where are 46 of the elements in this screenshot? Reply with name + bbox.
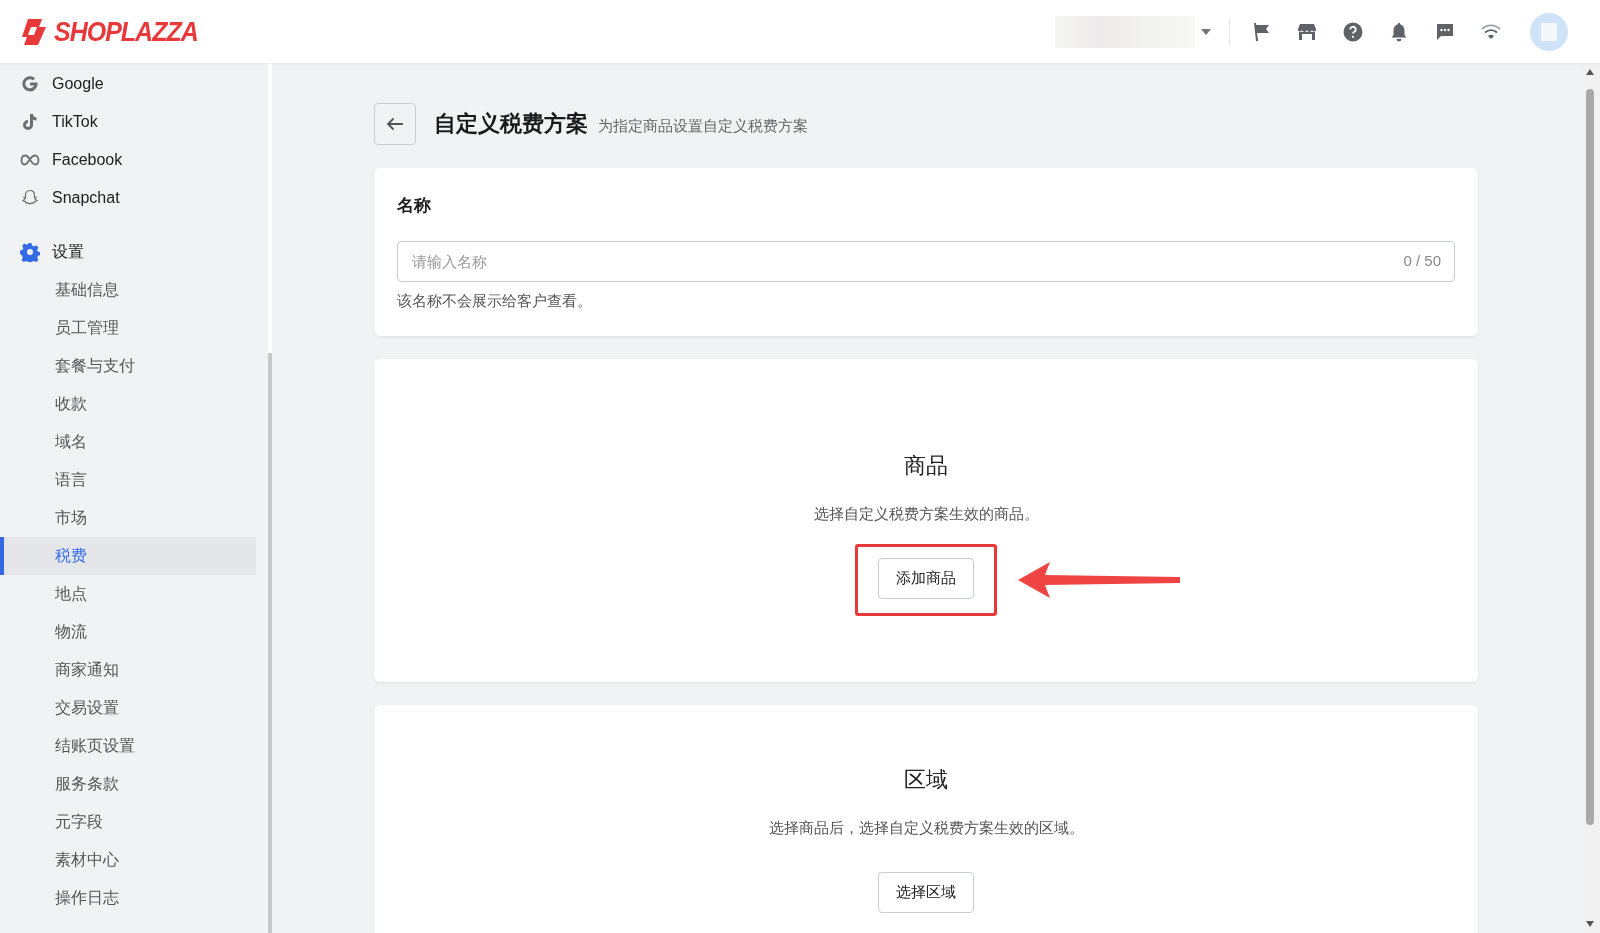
sidebar-subitem[interactable]: 物流: [0, 613, 256, 651]
sidebar-subitem[interactable]: 市场: [0, 499, 256, 537]
caret-icon: [1201, 28, 1211, 35]
sidebar-item[interactable]: TikTok: [52, 113, 98, 131]
back-button[interactable]: [374, 103, 416, 145]
music-note-icon: [22, 113, 38, 131]
scroll-up-icon[interactable]: [1586, 69, 1594, 75]
help-text: 该名称不会展示给客户查看。: [397, 292, 593, 311]
sidebar-section-title[interactable]: 设置: [52, 241, 84, 263]
back-arrow-icon: [386, 117, 404, 131]
sidebar-subitem[interactable]: 基础信息: [0, 271, 256, 309]
sidebar-subitem[interactable]: 元字段: [0, 803, 256, 841]
section-title: 商品: [904, 452, 948, 480]
sidebar-item[interactable]: Snapchat: [52, 189, 120, 207]
sidebar-subitem[interactable]: 服务条款: [0, 765, 256, 803]
section-title: 区域: [904, 766, 948, 794]
page-subtitle: 为指定商品设置自定义税费方案: [598, 115, 808, 136]
sidebar-subitem[interactable]: 套餐与支付: [0, 347, 256, 385]
section-button[interactable]: 选择区域: [878, 872, 974, 913]
sidebar-subitem[interactable]: 结账页设置: [0, 727, 256, 765]
scrollbar[interactable]: [268, 353, 272, 933]
section-button[interactable]: 添加商品: [878, 558, 974, 599]
logo-icon: [22, 16, 48, 47]
page-title: 自定义税费方案: [434, 110, 588, 138]
sidebar-item[interactable]: Google: [52, 75, 104, 93]
section-description: 选择商品后，选择自定义税费方案生效的区域。: [768, 819, 1084, 838]
sidebar-subitem[interactable]: 语言: [0, 461, 256, 499]
sidebar-subitem[interactable]: 交易设置: [0, 689, 256, 727]
sidebar-subitem[interactable]: 地点: [0, 575, 256, 613]
google-icon: [21, 75, 39, 93]
sidebar-subitem[interactable]: 商家通知: [0, 651, 256, 689]
infinity-icon: [20, 154, 40, 166]
sidebar-subitem[interactable]: 域名: [0, 423, 256, 461]
card-heading: 名称: [397, 195, 432, 217]
sidebar-subitem[interactable]: 税费: [0, 537, 256, 575]
brand-logo: SHOPLAZZA: [54, 15, 198, 48]
section-description: 选择自定义税费方案生效的商品。: [813, 505, 1039, 524]
settings-icon: [20, 242, 40, 262]
scroll-down-icon[interactable]: [1586, 921, 1594, 927]
sidebar-subitem[interactable]: 操作日志: [0, 879, 256, 917]
sidebar-subitem[interactable]: 员工管理: [0, 309, 256, 347]
sidebar-subitem[interactable]: 收款: [0, 385, 256, 423]
sidebar-item[interactable]: Facebook: [52, 151, 123, 169]
sidebar-subitem[interactable]: 素材中心: [0, 841, 256, 879]
ghost-icon: [21, 189, 39, 207]
character-counter: 0 / 50: [1403, 252, 1441, 269]
